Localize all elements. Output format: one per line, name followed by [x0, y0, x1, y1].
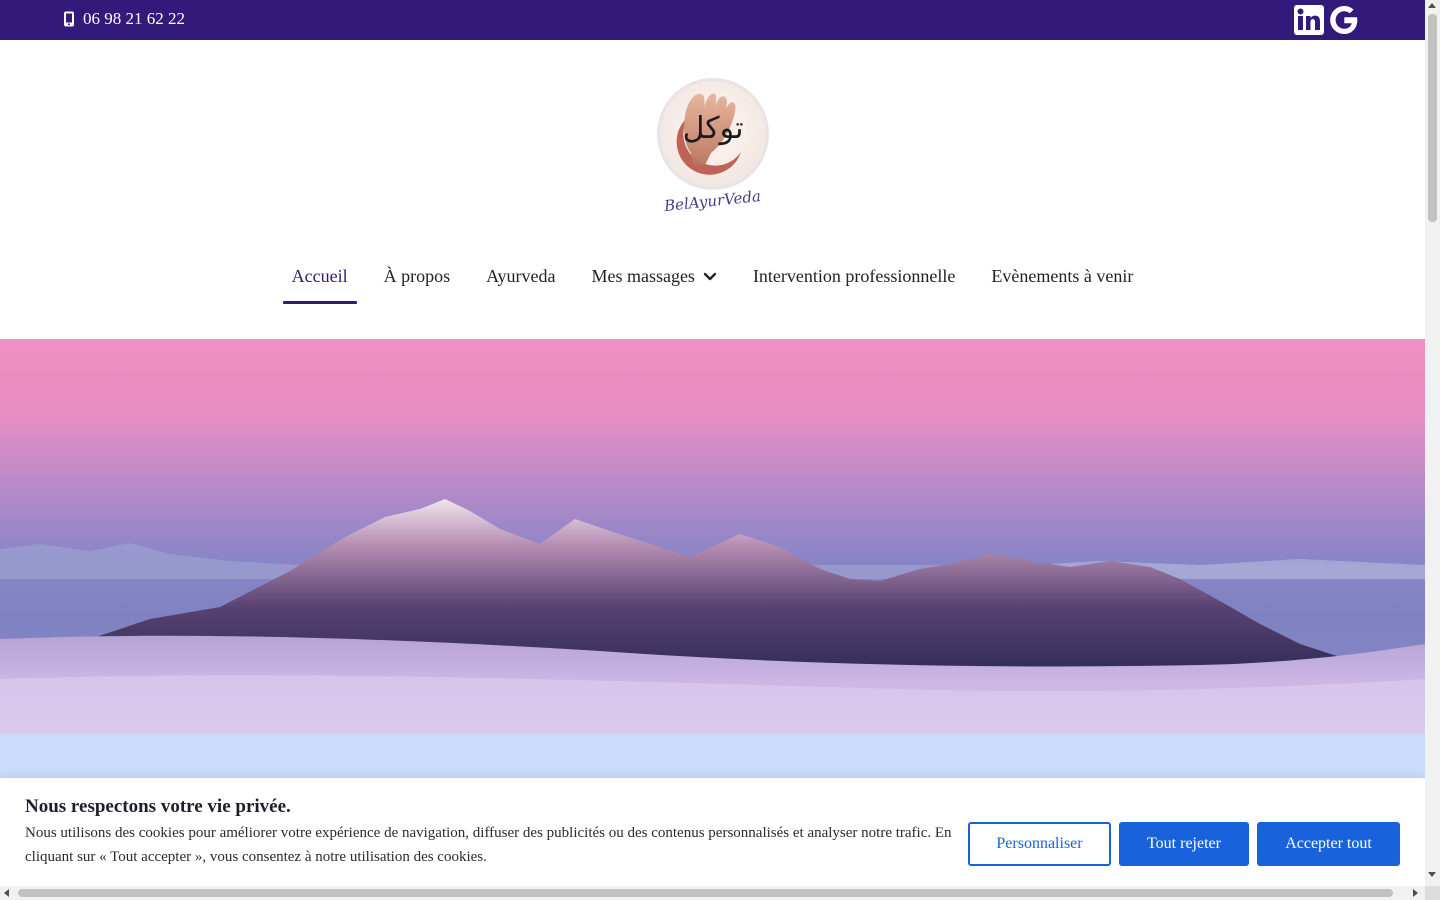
- nav-item-ayurveda[interactable]: Ayurveda: [468, 252, 573, 303]
- chevron-down-icon: [703, 272, 717, 280]
- nav-item-label: À propos: [383, 266, 451, 286]
- horizontal-scroll-thumb[interactable]: [18, 889, 1393, 897]
- cookie-text: Nous utilisons des cookies pour améliore…: [25, 825, 952, 865]
- nav-item-label: Intervention professionnelle: [752, 266, 956, 286]
- section-background: [0, 734, 1425, 778]
- nav-item-label: Ayurveda: [486, 266, 556, 286]
- top-bar: 06 98 21 62 22: [0, 0, 1425, 40]
- phone-link[interactable]: 06 98 21 62 22: [63, 9, 185, 29]
- nav-item-evenements[interactable]: Evènements à venir: [973, 252, 1151, 303]
- nav-item-mes-massages[interactable]: Mes massages: [573, 252, 734, 303]
- horizontal-scrollbar[interactable]: [0, 886, 1425, 900]
- nav-item-a-propos[interactable]: À propos: [366, 252, 469, 303]
- svg-text:BelAyurVeda: BelAyurVeda: [662, 187, 761, 215]
- google-icon[interactable]: [1328, 4, 1360, 40]
- nav-item-label: Evènements à venir: [991, 266, 1134, 286]
- scrollbar-corner: [1425, 886, 1440, 900]
- cookie-title: Nous respectons votre vie privée.: [25, 796, 291, 817]
- scroll-up-icon[interactable]: [1428, 3, 1436, 8]
- hero-mountain-image: [0, 339, 1425, 734]
- vertical-scroll-thumb[interactable]: [1428, 14, 1437, 222]
- vertical-scrollbar[interactable]: [1425, 0, 1440, 886]
- scroll-right-icon[interactable]: [1413, 889, 1418, 897]
- nav-item-label: Mes massages: [591, 266, 695, 286]
- scroll-down-icon[interactable]: [1428, 872, 1436, 877]
- reject-all-button[interactable]: Tout rejeter: [1119, 822, 1249, 866]
- scroll-left-icon[interactable]: [4, 889, 9, 897]
- mobile-phone-icon: [64, 11, 74, 27]
- social-links: [1294, 4, 1360, 40]
- main-nav: Accueil À propos Ayurveda Mes massages I…: [0, 252, 1425, 304]
- accept-all-button[interactable]: Accepter tout: [1257, 822, 1400, 866]
- customize-button[interactable]: Personnaliser: [968, 822, 1111, 866]
- linkedin-icon[interactable]: [1294, 5, 1324, 39]
- site-logo[interactable]: توكل BelAyurVeda: [655, 76, 771, 220]
- nav-item-intervention[interactable]: Intervention professionnelle: [735, 252, 973, 303]
- phone-number: 06 98 21 62 22: [83, 9, 185, 28]
- svg-text:توكل: توكل: [683, 111, 744, 146]
- nav-item-accueil[interactable]: Accueil: [274, 252, 366, 304]
- nav-item-label: Accueil: [291, 266, 348, 286]
- cookie-banner: Nous respectons votre vie privée. Nous u…: [0, 778, 1425, 886]
